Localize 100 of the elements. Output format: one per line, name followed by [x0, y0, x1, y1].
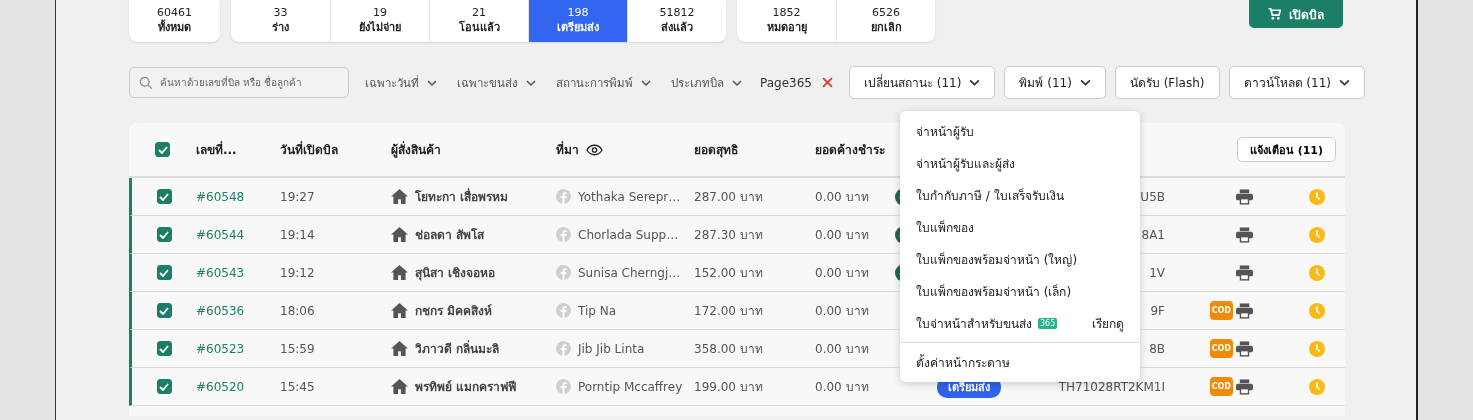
browse-link[interactable]: เรียกดู [1092, 313, 1124, 333]
net-amount: 199.00 บาท [694, 379, 763, 396]
order-time: 19:27 [280, 189, 315, 204]
status-tab[interactable]: 51812 ส่งแล้ว [627, 0, 726, 42]
clock-icon [1308, 226, 1325, 243]
action-button[interactable]: ดาวน์โหลด (11) [1228, 66, 1365, 99]
filter-dropdown[interactable]: สถานะการพิมพ์ [552, 73, 655, 92]
checkbox[interactable] [156, 189, 172, 204]
facebook-icon [556, 227, 571, 242]
close-icon[interactable] [821, 77, 833, 88]
outstanding-amount: 0.00 บาท [815, 379, 869, 396]
order-time: 15:59 [280, 341, 315, 356]
order-time: 19:12 [280, 265, 315, 280]
printer-icon[interactable] [1236, 188, 1253, 205]
checkbox[interactable] [156, 341, 172, 356]
clock-icon [1308, 302, 1325, 319]
action-button[interactable]: พิมพ์ (11) [1004, 66, 1106, 99]
order-time: 19:14 [280, 227, 315, 242]
cod-badge: COD [1209, 339, 1233, 358]
facebook-icon [556, 265, 571, 280]
status-tab[interactable]: 33 ร่าง [231, 0, 330, 42]
checkbox[interactable] [156, 303, 172, 318]
checkbox[interactable] [156, 379, 172, 394]
filter-chip-label: Page365 [760, 75, 812, 90]
menu-item[interactable]: ใบแพ็กของ [900, 211, 1140, 243]
net-amount: 358.00 บาท [694, 341, 763, 358]
column-header: ที่มา [556, 140, 579, 159]
open-bill-button[interactable]: เปิดบิล [1249, 0, 1343, 28]
column-header: ยอดสุทธิ [694, 142, 738, 159]
filter-dropdown[interactable]: ประเภทบิล [667, 73, 746, 92]
clock-icon [1308, 378, 1325, 395]
printer-icon[interactable] [1236, 264, 1253, 281]
printer-icon[interactable] [1236, 226, 1253, 243]
home-icon [391, 227, 408, 242]
filter-dropdown[interactable]: เฉพาะวันที่ [361, 73, 441, 92]
printer-icon[interactable] [1236, 340, 1253, 357]
source-name: Porntip Mccaffrey [578, 379, 683, 394]
customer-name: กชกร มิคคสิงห์ [415, 303, 493, 320]
tracking-number: U5B [1140, 189, 1165, 204]
order-number-link[interactable]: #60536 [196, 303, 245, 318]
order-number-link[interactable]: #60548 [196, 189, 245, 204]
tracking-number: 8A1 [1141, 227, 1165, 242]
checkbox[interactable] [156, 265, 172, 280]
order-time: 15:45 [280, 379, 315, 394]
column-header: วันที่เปิดบิล [280, 140, 338, 159]
menu-item[interactable]: จ่าหน้าผู้รับและผู้ส่ง [900, 147, 1140, 179]
menu-item[interactable]: ตั้งค่าหน้ากระดาษ [900, 346, 1140, 378]
eye-icon[interactable] [586, 143, 603, 156]
menu-item[interactable]: ใบแพ็กของพร้อมจ่าหน้า (เล็ก) [900, 275, 1140, 307]
outstanding-amount: 0.00 บาท [815, 227, 869, 244]
column-header: ผู้สั่งสินค้า [391, 140, 441, 159]
home-icon [391, 303, 408, 318]
status-tab[interactable]: 1852 หมดอายุ [737, 0, 836, 42]
column-header: เลขที่... [196, 140, 237, 159]
outstanding-amount: 0.00 บาท [815, 189, 869, 206]
printer-icon[interactable] [1236, 378, 1253, 395]
checkbox[interactable] [155, 142, 170, 157]
chevron-down-icon [526, 79, 536, 86]
order-number-link[interactable]: #60544 [196, 227, 245, 242]
menu-item[interactable]: จ่าหน้าผู้รับ [900, 115, 1140, 147]
facebook-icon [556, 189, 571, 204]
home-icon [391, 379, 408, 394]
chevron-down-icon [427, 79, 437, 86]
action-button[interactable]: เปลี่ยนสถานะ (11) [848, 66, 996, 99]
checkbox[interactable] [156, 227, 172, 242]
facebook-icon [556, 379, 571, 394]
filter-dropdown[interactable]: เฉพาะขนส่ง [453, 73, 540, 92]
cod-badge: COD [1209, 301, 1233, 320]
printer-icon[interactable] [1236, 302, 1253, 319]
source-name: Tip Na [578, 303, 617, 318]
alert-button[interactable]: แจ้งเตือน (11) [1236, 137, 1336, 162]
customer-name: สุนิสา เชิงจอหอ [415, 265, 496, 282]
order-time: 18:06 [280, 303, 315, 318]
chevron-down-icon [641, 79, 651, 86]
status-tab[interactable]: 198 เตรียมส่ง [528, 0, 627, 42]
customer-name: โยทะกา เสื่อพรหม [415, 187, 509, 206]
chat-badge: 365 [1038, 317, 1058, 329]
customer-name: ช่อลดา สัพโส [415, 227, 485, 244]
menu-item[interactable]: ใบแพ็กของพร้อมจ่าหน้า (ใหญ่) [900, 243, 1140, 275]
status-tab[interactable]: 60461 ทั้งหมด [129, 0, 220, 42]
outstanding-amount: 0.00 บาท [815, 265, 869, 282]
menu-item[interactable]: ใบจ่าหน้าสำหรับขนส่ง 365 เรียกดู [900, 307, 1140, 339]
cart-icon [1268, 8, 1281, 20]
home-icon [391, 265, 408, 280]
search-field[interactable]: ค้นหาด้วยเลขที่บิล หรือ ชื่อลูกค้า [129, 67, 349, 98]
clock-icon [1308, 340, 1325, 357]
customer-name: วิภาวดี กลิ่นมะลิ [415, 339, 500, 358]
tracking-number: 8B [1149, 341, 1165, 356]
action-button[interactable]: นัดรับ (Flash) [1114, 66, 1220, 99]
outstanding-amount: 0.00 บาท [815, 341, 869, 358]
customer-name: พรทิพย์ แมกคราฟฟี [415, 379, 517, 396]
chevron-down-icon [732, 79, 742, 86]
status-tab[interactable]: 6526 ยกเลิก [836, 0, 935, 42]
source-name: Jib Jib Linta [578, 341, 645, 356]
order-number-link[interactable]: #60523 [196, 341, 245, 356]
order-number-link[interactable]: #60543 [196, 265, 245, 280]
status-tab[interactable]: 19 ยังไม่จ่าย [330, 0, 429, 42]
order-number-link[interactable]: #60520 [196, 379, 245, 394]
menu-item[interactable]: ใบกำกับภาษี / ใบเสร็จรับเงิน [900, 179, 1140, 211]
tracking-number: TH71028RT2KM1I [1058, 379, 1165, 394]
